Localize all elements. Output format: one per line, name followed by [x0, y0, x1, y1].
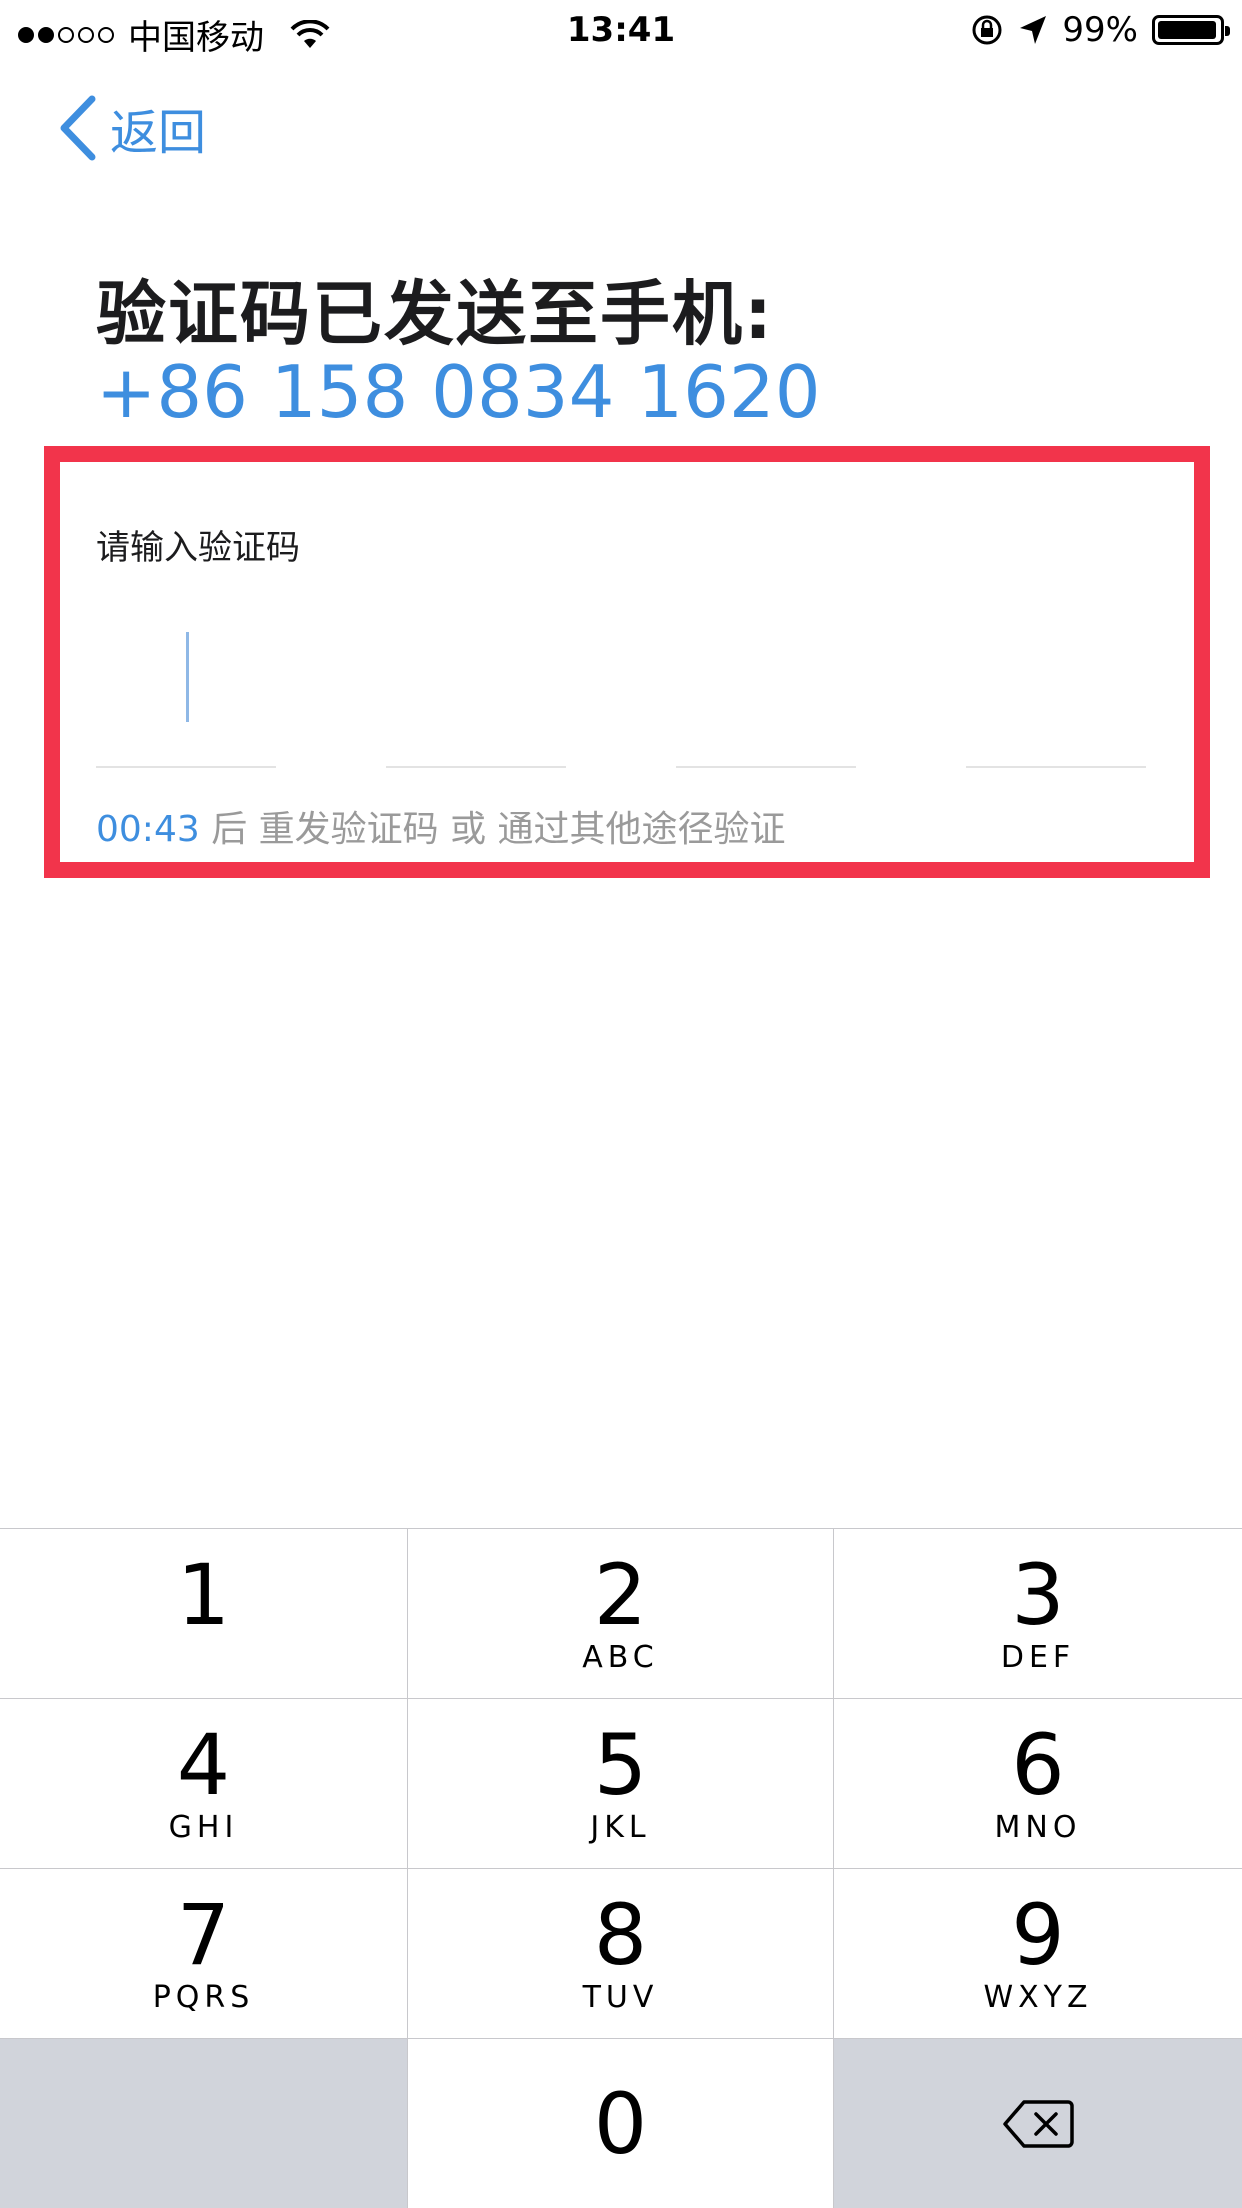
code-slot-4[interactable] [966, 600, 1146, 768]
code-slot-1[interactable] [96, 600, 276, 768]
code-input-label: 请输入验证码 [96, 528, 300, 568]
delete-key[interactable] [834, 2039, 1242, 2208]
key-empty [0, 2039, 408, 2208]
page-title: 验证码已发送至手机: [96, 273, 774, 355]
rotation-lock-icon [972, 15, 1002, 45]
key-digit: 1 [176, 1545, 231, 1644]
key-digit: 7 [176, 1885, 231, 1984]
key-6[interactable]: 6 MNO [834, 1699, 1242, 1869]
resend-timer: 00:43 [96, 809, 200, 850]
key-letters: GHI [168, 1809, 239, 1845]
key-letters: PQRS [152, 1979, 255, 2015]
resend-line: 00:43 后 重发验证码 或 通过其他途径验证 [96, 800, 786, 852]
code-slot-2[interactable] [386, 600, 566, 768]
battery-percent: 99% [1062, 10, 1138, 50]
status-bar: 中国移动 13:41 99% [0, 0, 1242, 62]
location-arrow-icon [1020, 16, 1047, 44]
back-button[interactable]: 返回 [58, 88, 206, 168]
key-4[interactable]: 4 GHI [0, 1699, 408, 1869]
key-digit: 9 [1011, 1885, 1065, 1984]
numeric-keypad: 1 2 ABC 3 DEF 4 GHI 5 JKL 6 MNO 7 PQRS 8 [0, 1528, 1242, 2208]
status-right: 99% [970, 10, 1230, 50]
verification-code-input[interactable] [96, 600, 1146, 768]
backspace-icon [1003, 2100, 1074, 2148]
key-8[interactable]: 8 TUV [408, 1869, 834, 2039]
text-caret [186, 632, 189, 722]
key-digit: 3 [1011, 1545, 1065, 1644]
code-slot-3[interactable] [676, 600, 856, 768]
key-digit: 8 [593, 1885, 648, 1984]
key-letters: TUV [582, 1979, 659, 2015]
battery-icon [1152, 15, 1230, 45]
key-2[interactable]: 2 ABC [408, 1529, 834, 1699]
screen: 中国移动 13:41 99% 返回 验证码已发送至手机: +86 158 083… [0, 0, 1242, 2208]
key-letters: ABC [582, 1639, 659, 1675]
key-0[interactable]: 0 [408, 2039, 834, 2208]
key-digit: 0 [593, 2075, 648, 2173]
back-label: 返回 [110, 105, 207, 161]
key-digit: 5 [593, 1715, 648, 1814]
key-letters: DEF [1000, 1639, 1076, 1675]
phone-number: +86 158 0834 1620 [96, 350, 821, 434]
key-digit: 2 [593, 1545, 648, 1644]
key-3[interactable]: 3 DEF [834, 1529, 1242, 1699]
key-letters: JKL [590, 1809, 651, 1845]
key-5[interactable]: 5 JKL [408, 1699, 834, 1869]
chevron-left-icon [60, 95, 96, 161]
key-letters: MNO [994, 1809, 1082, 1845]
key-digit: 6 [1011, 1715, 1065, 1814]
key-digit: 4 [176, 1715, 231, 1814]
key-9[interactable]: 9 WXYZ [834, 1869, 1242, 2039]
key-7[interactable]: 7 PQRS [0, 1869, 408, 2039]
key-letters: WXYZ [983, 1979, 1093, 2015]
key-1[interactable]: 1 [0, 1529, 408, 1699]
resend-link[interactable]: 后 重发验证码 或 通过其他途径验证 [211, 809, 785, 850]
